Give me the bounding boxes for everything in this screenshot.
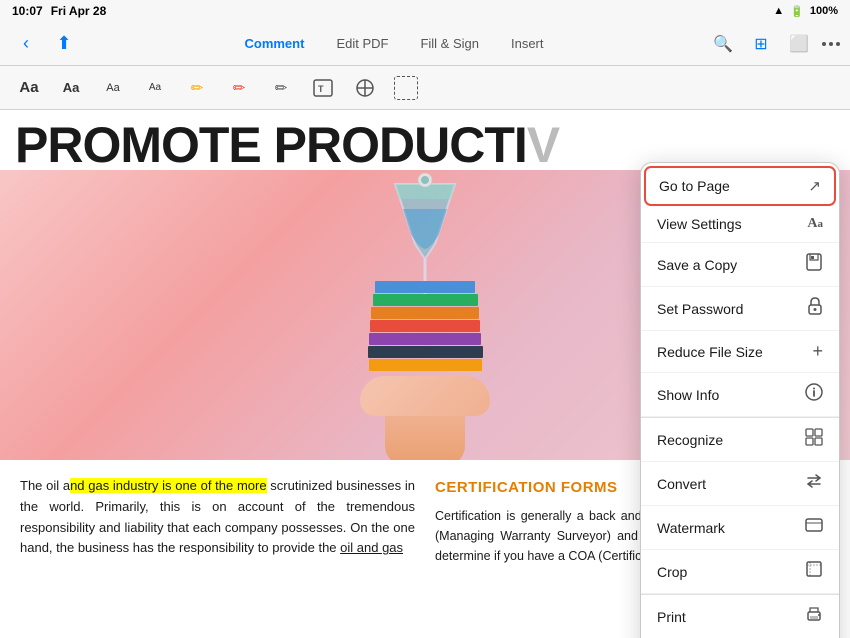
tab-fill-sign[interactable]: Fill & Sign — [404, 30, 495, 57]
nav-bar: ‹ ⬆ Comment Edit PDF Fill & Sign Insert … — [0, 22, 850, 66]
date: Fri Apr 28 — [51, 4, 107, 18]
status-bar-right: ▲ 🔋 100% — [773, 5, 838, 18]
print-label: Print — [657, 609, 686, 625]
text-medium-icon[interactable]: Aa — [54, 71, 88, 105]
show-info-icon — [805, 383, 823, 406]
highlight-pen-icon[interactable]: ✏ — [180, 71, 214, 105]
convert-icon — [805, 472, 823, 495]
book-stack — [368, 281, 483, 371]
search-icon[interactable]: 🔍 — [708, 29, 738, 59]
print-icon — [805, 605, 823, 628]
dropdown-menu: Go to Page ↗ View Settings Aa Save a Cop… — [640, 162, 840, 638]
menu-item-print[interactable]: Print — [641, 595, 839, 638]
go-to-page-label: Go to Page — [659, 178, 730, 194]
set-password-icon — [807, 297, 823, 320]
battery-icon: 🔋 — [790, 5, 804, 18]
set-password-label: Set Password — [657, 301, 743, 317]
watermark-label: Watermark — [657, 520, 725, 536]
menu-item-go-to-page-wrapper: Go to Page ↗ — [641, 163, 839, 206]
crop-label: Crop — [657, 564, 687, 580]
highlighted-text: nd gas industry is one of the more — [70, 478, 267, 493]
pdf-body-left: The oil and gas industry is one of the m… — [20, 476, 415, 566]
text-large-icon[interactable]: Aa — [12, 71, 46, 105]
toolbar: Aa Aa Aa Aa ✏ ✏ ✏ T — [0, 66, 850, 110]
text-small-icon[interactable]: Aa — [96, 71, 130, 105]
crop-icon — [805, 560, 823, 583]
convert-label: Convert — [657, 476, 706, 492]
reduce-file-label: Reduce File Size — [657, 344, 763, 360]
back-button[interactable]: ‹ — [10, 28, 42, 60]
menu-item-crop[interactable]: Crop — [641, 550, 839, 594]
text-tiny-icon[interactable]: Aa — [138, 71, 172, 105]
menu-item-set-password[interactable]: Set Password — [641, 287, 839, 331]
tab-insert[interactable]: Insert — [495, 30, 560, 57]
main-content: PROMOTE PRODUCTIV — [0, 110, 850, 638]
view-settings-icon: Aa — [807, 216, 823, 232]
view-settings-label: View Settings — [657, 216, 742, 232]
body-text-before-highlight: The oil a — [20, 478, 70, 493]
more-options-button[interactable] — [822, 42, 840, 46]
upload-icon[interactable]: ⬆ — [48, 28, 80, 60]
svg-text:T: T — [318, 84, 324, 94]
status-bar: 10:07 Fri Apr 28 ▲ 🔋 100% — [0, 0, 850, 22]
menu-item-view-settings[interactable]: View Settings Aa — [641, 206, 839, 243]
menu-item-recognize[interactable]: Recognize — [641, 418, 839, 462]
nav-tabs: Comment Edit PDF Fill & Sign Insert — [86, 30, 702, 57]
save-copy-icon — [805, 253, 823, 276]
strikethrough-pen-icon[interactable]: ✏ — [222, 71, 256, 105]
menu-item-save-copy[interactable]: Save a Copy — [641, 243, 839, 287]
recognize-label: Recognize — [657, 432, 723, 448]
arm-illustration — [385, 416, 465, 460]
time: 10:07 — [12, 4, 43, 18]
menu-item-watermark[interactable]: Watermark — [641, 506, 839, 550]
tab-comment[interactable]: Comment — [228, 30, 320, 57]
battery-level: 100% — [810, 5, 838, 17]
menu-item-go-to-page[interactable]: Go to Page ↗ — [644, 166, 836, 206]
wifi-icon: ▲ — [773, 5, 784, 17]
recognize-icon — [805, 428, 823, 451]
stamp-icon[interactable] — [348, 71, 382, 105]
menu-item-convert[interactable]: Convert — [641, 462, 839, 506]
show-info-label: Show Info — [657, 387, 719, 403]
nav-actions: 🔍 ⊞ ⬜ — [708, 29, 840, 59]
hand-illustration — [360, 376, 490, 416]
save-copy-label: Save a Copy — [657, 257, 737, 273]
tab-edit-pdf[interactable]: Edit PDF — [320, 30, 404, 57]
text-box-icon[interactable]: T — [306, 71, 340, 105]
reduce-file-icon: + — [812, 341, 823, 362]
watermark-icon — [805, 516, 823, 539]
menu-item-reduce-file[interactable]: Reduce File Size + — [641, 331, 839, 373]
status-bar-left: 10:07 Fri Apr 28 — [12, 4, 106, 18]
pdf-header-text: PROMOTE PRODUCTIV — [0, 110, 850, 170]
menu-item-show-info[interactable]: Show Info — [641, 373, 839, 417]
grid-icon[interactable]: ⊞ — [746, 29, 776, 59]
go-to-page-icon: ↗ — [808, 177, 821, 195]
underline-pen-icon[interactable]: ✏ — [264, 71, 298, 105]
export-icon[interactable]: ⬜ — [784, 29, 814, 59]
select-icon[interactable] — [394, 76, 418, 100]
